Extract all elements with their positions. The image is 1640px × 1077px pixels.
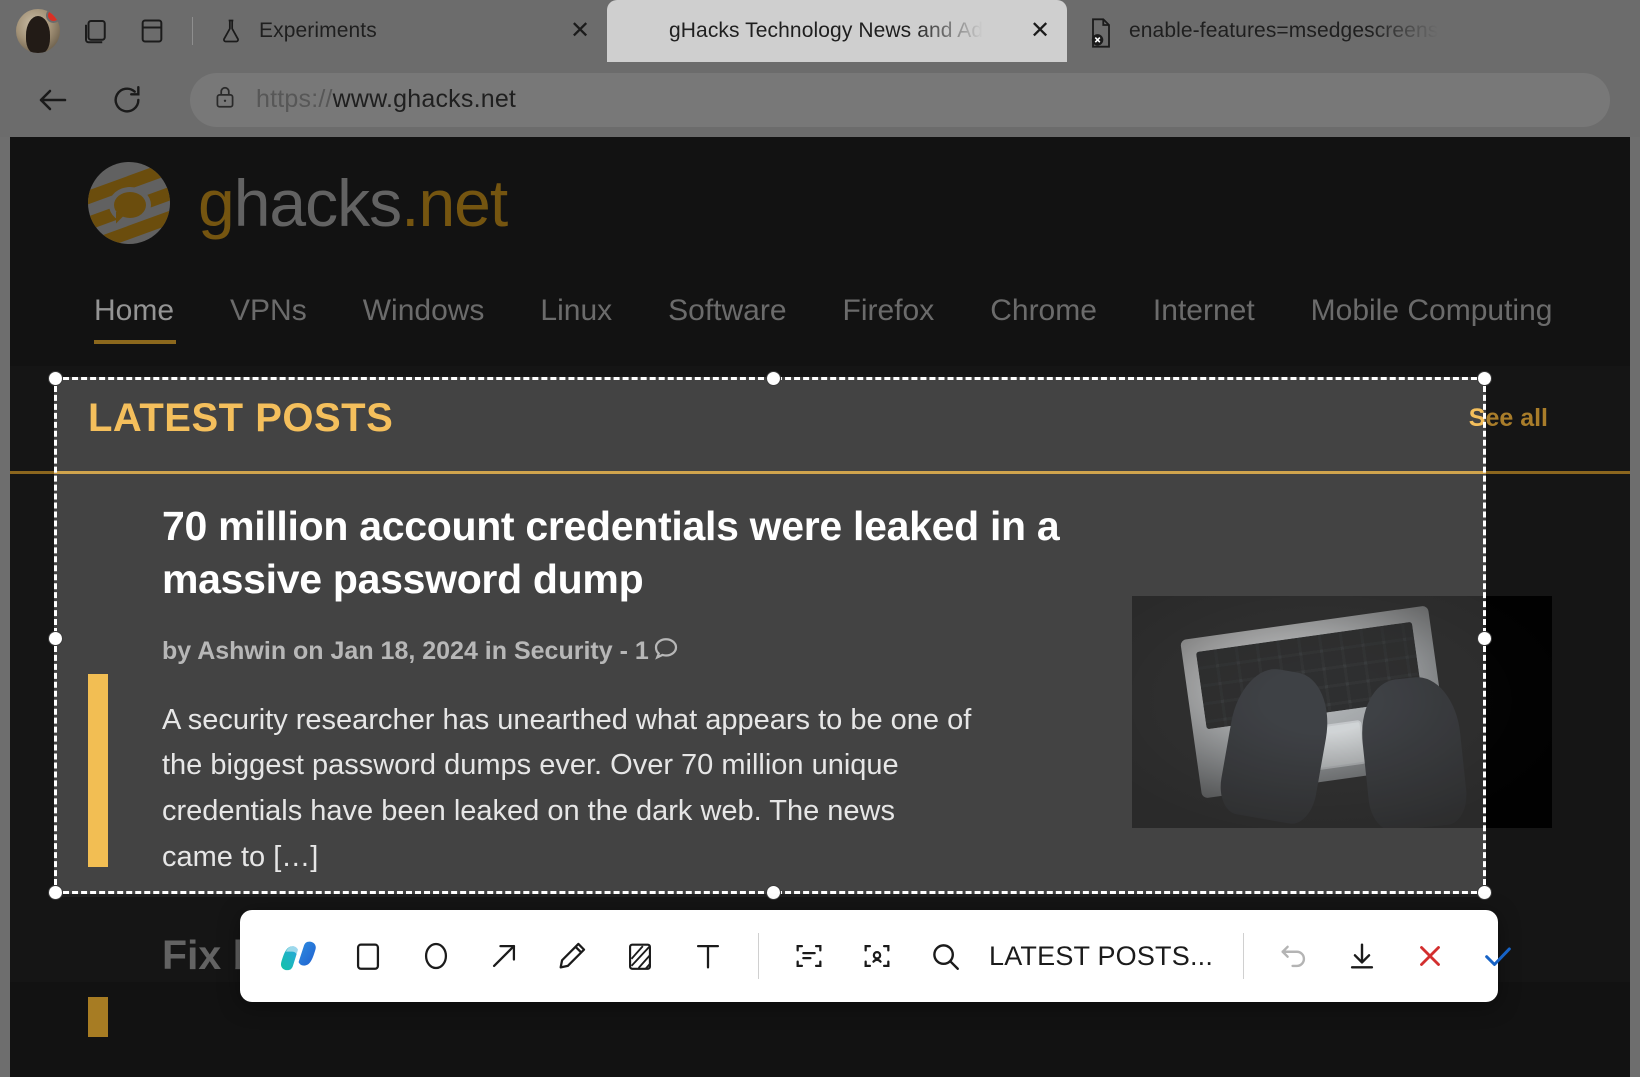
- profile-avatar[interactable]: [16, 9, 60, 53]
- tab-close-button[interactable]: ✕: [1027, 19, 1053, 43]
- comment-bubble-icon: [651, 633, 681, 670]
- toolbar-divider: [1243, 933, 1245, 979]
- lock-icon: [212, 84, 238, 115]
- capture-dim-overlay-left: [10, 377, 54, 897]
- address-bar-row: https://www.ghacks.net: [0, 62, 1640, 137]
- tab-title: Experiments: [259, 19, 377, 42]
- address-bar[interactable]: https://www.ghacks.net: [190, 72, 1610, 127]
- screenshot-root: Experiments ✕ gHacks Technology News and…: [0, 0, 1640, 1077]
- rectangle-tool[interactable]: [334, 922, 402, 990]
- latest-posts-section: LATEST POSTS See all 70 million account …: [10, 366, 1630, 1037]
- split-screen-icon[interactable]: [132, 11, 172, 51]
- web-search-button[interactable]: [911, 922, 979, 990]
- capture-dim-overlay-top: [10, 137, 1630, 377]
- post-title[interactable]: 70 million account credentials were leak…: [162, 500, 1102, 607]
- address-bar-text: https://www.ghacks.net: [256, 85, 516, 114]
- post-byline: by Ashwin on Jan 18, 2024 in Security - …: [162, 633, 1102, 670]
- ghacks-favicon-icon: [627, 17, 655, 45]
- url-scheme: https://: [256, 85, 333, 113]
- tab-title: gHacks Technology News and Ad: [669, 19, 984, 42]
- tab-strip: Experiments ✕ gHacks Technology News and…: [0, 0, 1640, 62]
- collections-icon[interactable]: [76, 11, 116, 51]
- capture-dim-overlay-right: [1486, 377, 1630, 897]
- confirm-button[interactable]: [1464, 922, 1532, 990]
- pen-tool[interactable]: [538, 922, 606, 990]
- arrow-tool[interactable]: [470, 922, 538, 990]
- tab-close-button[interactable]: ✕: [567, 19, 593, 43]
- post-accent-bar: [88, 674, 108, 867]
- tab-strip-divider: [192, 17, 193, 45]
- latest-posts-heading: LATEST POSTS: [88, 396, 394, 440]
- browser-chrome: Experiments ✕ gHacks Technology News and…: [0, 0, 1640, 137]
- file-blocked-icon: [1087, 17, 1115, 48]
- extract-text-button[interactable]: [775, 922, 843, 990]
- flask-icon: [217, 17, 245, 45]
- blur-tool[interactable]: [606, 922, 674, 990]
- tab-strip-left-controls: [0, 0, 197, 62]
- tab-title: enable-features=msedgescreens: [1129, 19, 1439, 42]
- ellipse-tool[interactable]: [402, 922, 470, 990]
- save-button[interactable]: [1328, 922, 1396, 990]
- url-host: www.ghacks.net: [332, 85, 517, 113]
- back-arrow-icon[interactable]: [30, 77, 76, 123]
- visual-search-button[interactable]: [843, 922, 911, 990]
- notification-dot-icon: [46, 9, 60, 23]
- post-excerpt: A security researcher has unearthed what…: [162, 703, 972, 874]
- tab-ghacks[interactable]: gHacks Technology News and Ad ✕: [607, 0, 1067, 62]
- reload-icon[interactable]: [104, 77, 150, 123]
- tab-experiments[interactable]: Experiments ✕: [197, 0, 607, 62]
- tab-enable-features[interactable]: enable-features=msedgescreens: [1067, 0, 1487, 62]
- search-query-label[interactable]: LATEST POSTS...: [979, 941, 1227, 972]
- post-content: 70 million account credentials were leak…: [88, 500, 1102, 881]
- latest-posts-header: LATEST POSTS See all: [10, 366, 1630, 474]
- undo-button[interactable]: [1260, 922, 1328, 990]
- toolbar-divider: [758, 933, 759, 979]
- post-byline-text: by Ashwin on Jan 18, 2024 in Security - …: [162, 636, 649, 665]
- cancel-button[interactable]: [1396, 922, 1464, 990]
- screenshot-toolbar: LATEST POSTS...: [240, 910, 1511, 1002]
- post-item: 70 million account credentials were leak…: [10, 474, 1630, 911]
- copilot-button[interactable]: [262, 922, 334, 990]
- text-tool[interactable]: [674, 922, 742, 990]
